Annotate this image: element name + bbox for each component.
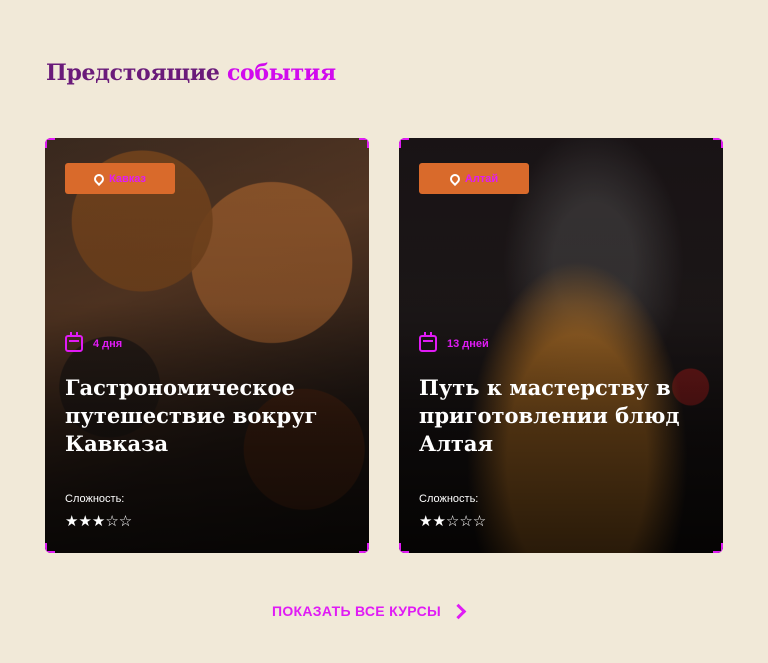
duration-label: 4 дня bbox=[93, 337, 123, 350]
duration: 4 дня bbox=[65, 332, 123, 352]
duration-label: 13 дней bbox=[447, 337, 489, 350]
difficulty-label: Сложность: bbox=[65, 493, 125, 505]
difficulty-stars: ★★☆☆☆ bbox=[419, 513, 487, 530]
show-all-courses-link[interactable]: ПОКАЗАТЬ ВСЕ КУРСЫ bbox=[272, 603, 467, 619]
card-corner-marker bbox=[399, 543, 409, 553]
card-corner-marker bbox=[399, 138, 409, 148]
section-title-part2: события bbox=[226, 60, 336, 86]
difficulty-label: Сложность: bbox=[419, 493, 479, 505]
chevron-right-icon bbox=[450, 603, 467, 619]
location-pin-icon bbox=[91, 171, 107, 186]
card-title[interactable]: Путь к мастерству в приготовлении блюд А… bbox=[419, 374, 709, 458]
card-corner-marker bbox=[713, 138, 723, 148]
section-title-part1: Предстоящие bbox=[46, 60, 220, 86]
location-label: Кавказ bbox=[109, 172, 146, 185]
location-pin-icon bbox=[447, 171, 462, 186]
event-card-caucasus[interactable]: Кавказ 4 дня Гастрономическое путешестви… bbox=[45, 138, 369, 553]
section-title: Предстоящие события bbox=[46, 60, 336, 86]
location-badge[interactable]: Кавказ bbox=[65, 163, 175, 194]
location-label: Алтай bbox=[464, 172, 499, 185]
card-title[interactable]: Гастрономическое путешествие вокруг Кавк… bbox=[65, 374, 355, 458]
card-corner-marker bbox=[713, 543, 723, 553]
card-corner-marker bbox=[45, 138, 55, 148]
event-card-altai[interactable]: Алтай 13 дней Путь к мастерству в пригот… bbox=[399, 138, 723, 553]
card-corner-marker bbox=[359, 138, 369, 148]
duration: 13 дней bbox=[419, 332, 489, 352]
difficulty-stars: ★★★☆☆ bbox=[65, 513, 133, 530]
card-corner-marker bbox=[359, 543, 369, 553]
calendar-icon bbox=[419, 332, 437, 352]
show-all-label: ПОКАЗАТЬ ВСЕ КУРСЫ bbox=[272, 603, 442, 619]
card-corner-marker bbox=[45, 543, 55, 553]
calendar-icon bbox=[65, 332, 83, 352]
location-badge[interactable]: Алтай bbox=[419, 163, 529, 194]
